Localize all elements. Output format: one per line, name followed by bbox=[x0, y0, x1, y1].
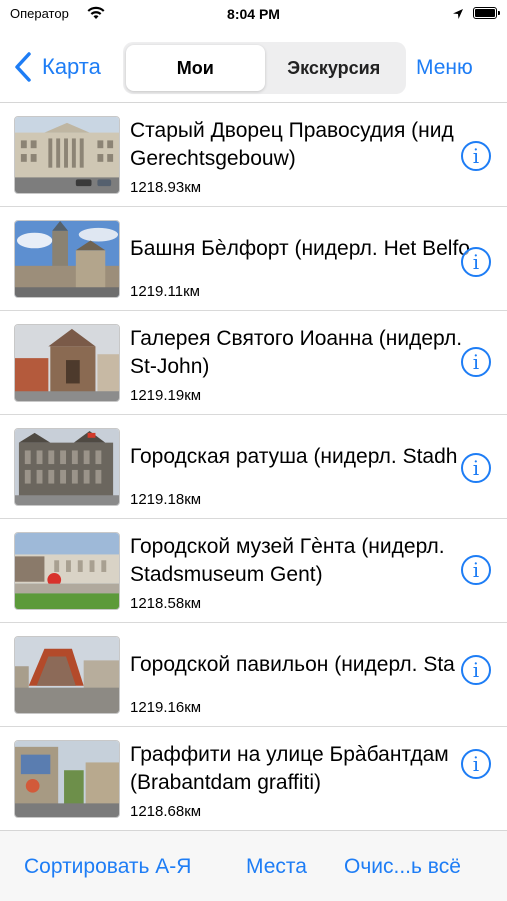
place-title: Граффити на улице Брàбантдам (Brabantdam… bbox=[130, 741, 507, 797]
back-button[interactable]: Карта bbox=[12, 50, 101, 84]
place-title-line1: Городская ратуша (нидерл. Stadh bbox=[130, 445, 458, 468]
info-icon[interactable]: i bbox=[461, 247, 491, 277]
places-list: Старый Дворец Правосудия (нид Gerechtsge… bbox=[0, 103, 507, 830]
place-title-line2: Stadsmuseum Gent) bbox=[130, 563, 323, 586]
place-title: Старый Дворец Правосудия (нид Gerechtsge… bbox=[130, 117, 507, 173]
sort-button[interactable]: Сортировать А-Я bbox=[24, 855, 191, 879]
place-thumbnail bbox=[14, 636, 120, 714]
place-thumbnail bbox=[14, 428, 120, 506]
place-title: Башня Бѐлфорт (нидерл. Het Belfo bbox=[130, 235, 507, 263]
place-distance: 1219.18км bbox=[130, 491, 202, 508]
place-title: Городская ратуша (нидерл. Stadh bbox=[130, 443, 507, 471]
place-title: Городской музей Гѐнта (нидерл. Stadsmuse… bbox=[130, 533, 507, 589]
list-item[interactable]: Башня Бѐлфорт (нидерл. Het Belfo 1219.11… bbox=[0, 207, 507, 311]
place-title-line2: St-John) bbox=[130, 355, 210, 378]
list-item[interactable]: Городская ратуша (нидерл. Stadh 1219.18к… bbox=[0, 415, 507, 519]
place-title-line1: Городской музей Гѐнта (нидерл. bbox=[130, 535, 445, 558]
place-title: Городской павильон (нидерл. Sta bbox=[130, 651, 507, 679]
navigation-bar: Карта Мои Экскурсия Меню bbox=[0, 30, 507, 103]
place-title-line1: Граффити на улице Брàбантдам bbox=[130, 743, 449, 766]
places-button[interactable]: Места bbox=[246, 855, 307, 879]
place-title-line2: (Brabantdam graffiti) bbox=[130, 771, 322, 794]
bottom-toolbar: Сортировать А-Я Места Очис...ь всё bbox=[0, 830, 507, 901]
info-icon[interactable]: i bbox=[461, 555, 491, 585]
place-title-line1: Городской павильон (нидерл. Sta bbox=[130, 653, 455, 676]
place-title-line1: Старый Дворец Правосудия (нид bbox=[130, 119, 454, 142]
place-thumbnail bbox=[14, 324, 120, 402]
place-thumbnail bbox=[14, 740, 120, 818]
list-item[interactable]: Галерея Святого Иоанна (нидерл. St-John)… bbox=[0, 311, 507, 415]
clear-all-button[interactable]: Очис...ь всё bbox=[344, 855, 461, 879]
place-title-line1: Галерея Святого Иоанна (нидерл. bbox=[130, 327, 463, 350]
battery-icon bbox=[473, 7, 500, 19]
segment-excursion[interactable]: Экскурсия bbox=[265, 45, 404, 91]
info-icon[interactable]: i bbox=[461, 347, 491, 377]
place-distance: 1218.93км bbox=[130, 179, 202, 196]
clock: 8:04 PM bbox=[227, 6, 280, 22]
back-label: Карта bbox=[42, 54, 101, 79]
segment-mine[interactable]: Мои bbox=[126, 45, 265, 91]
list-item[interactable]: Старый Дворец Правосудия (нид Gerechtsge… bbox=[0, 103, 507, 207]
list-item[interactable]: Городской павильон (нидерл. Sta 1219.16к… bbox=[0, 623, 507, 727]
location-arrow-icon bbox=[452, 7, 464, 19]
place-title-line1: Башня Бѐлфорт (нидерл. Het Belfo bbox=[130, 237, 470, 260]
place-thumbnail bbox=[14, 220, 120, 298]
place-distance: 1219.16км bbox=[130, 699, 202, 716]
info-icon[interactable]: i bbox=[461, 453, 491, 483]
info-icon[interactable]: i bbox=[461, 749, 491, 779]
place-distance: 1218.58км bbox=[130, 595, 202, 612]
chevron-left-icon bbox=[15, 52, 31, 82]
place-thumbnail bbox=[14, 532, 120, 610]
place-distance: 1219.11км bbox=[130, 283, 200, 300]
place-title-line2: Gerechtsgebouw) bbox=[130, 147, 296, 170]
status-bar: Оператор 8:04 PM bbox=[0, 0, 507, 30]
info-icon[interactable]: i bbox=[461, 655, 491, 685]
place-thumbnail bbox=[14, 116, 120, 194]
place-title: Галерея Святого Иоанна (нидерл. St-John) bbox=[130, 325, 507, 381]
menu-button[interactable]: Меню bbox=[416, 56, 473, 80]
info-icon[interactable]: i bbox=[461, 141, 491, 171]
place-distance: 1219.19км bbox=[130, 387, 202, 404]
list-item[interactable]: Городской музей Гѐнта (нидерл. Stadsmuse… bbox=[0, 519, 507, 623]
segmented-control: Мои Экскурсия bbox=[123, 42, 406, 94]
list-item[interactable]: Граффити на улице Брàбантдам (Brabantdam… bbox=[0, 727, 507, 830]
place-distance: 1218.68км bbox=[130, 803, 202, 820]
